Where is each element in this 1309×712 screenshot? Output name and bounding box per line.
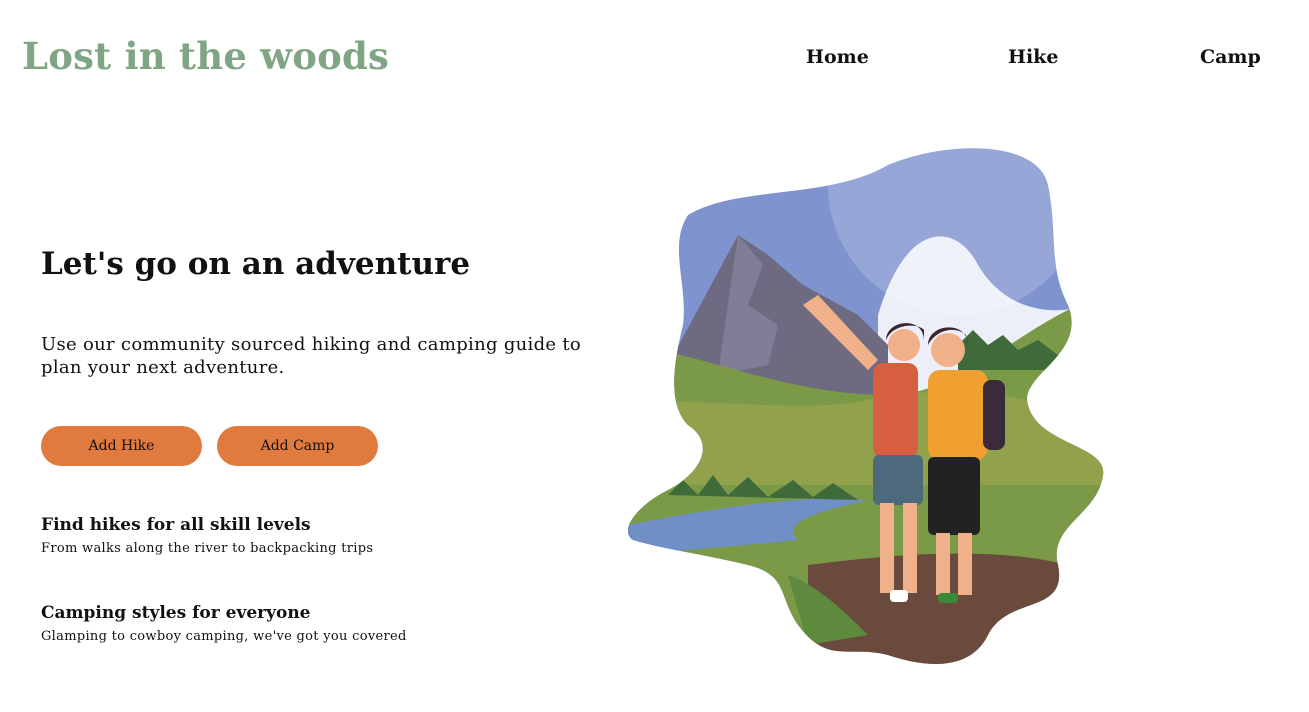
hikers-illustration [628,148,1104,664]
feature-hikes-text: From walks along the river to backpackin… [41,541,374,556]
add-camp-button[interactable]: Add Camp [217,426,378,466]
feature-camping-text: Glamping to cowboy camping, we've got yo… [41,629,407,644]
hero-title: Let's go on an adventure [41,246,471,282]
nav-home-link[interactable]: Home [806,46,869,68]
nav-camp-link[interactable]: Camp [1200,46,1261,68]
hero-description: Use our community sourced hiking and cam… [41,334,582,378]
feature-camping-title: Camping styles for everyone [41,603,311,623]
nav-hike-link[interactable]: Hike [1008,46,1058,68]
site-logo[interactable]: Lost in the woods [22,34,389,78]
add-hike-button[interactable]: Add Hike [41,426,202,466]
feature-hikes-title: Find hikes for all skill levels [41,515,311,535]
